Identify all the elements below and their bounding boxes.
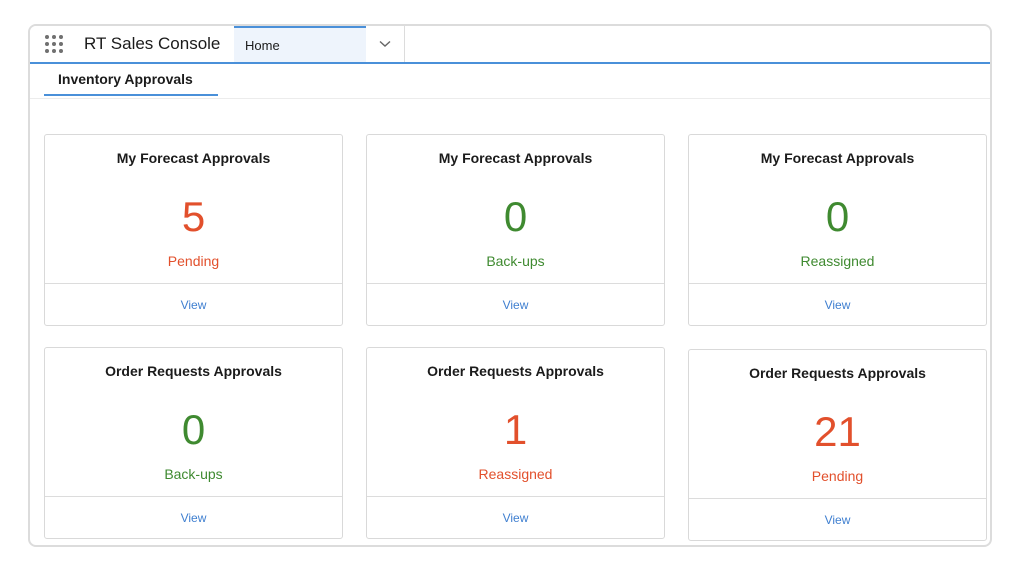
tab-home[interactable]: Home [234, 26, 366, 62]
card-title: My Forecast Approvals [438, 150, 593, 166]
card-title: Order Requests Approvals [105, 363, 282, 379]
app-window: RT Sales Console Home Inventory Approval… [28, 24, 992, 547]
card-body: My Forecast Approvals 0 Back-ups [367, 135, 664, 284]
app-name: RT Sales Console [84, 34, 221, 53]
subtab-inventory-approvals[interactable]: Inventory Approvals [44, 64, 218, 96]
card-title: Order Requests Approvals [427, 363, 604, 379]
approval-card: Order Requests Approvals 1 Reassigned Vi… [366, 347, 665, 539]
view-link[interactable]: View [689, 499, 986, 540]
approval-card: Order Requests Approvals 21 Pending View [688, 349, 987, 541]
global-navigation-bar: RT Sales Console Home [30, 26, 990, 64]
chevron-down-icon [379, 40, 391, 47]
view-link[interactable]: View [367, 497, 664, 538]
card-title: Order Requests Approvals [749, 365, 926, 381]
card-status: Pending [811, 468, 864, 484]
approval-card: My Forecast Approvals 0 Reassigned View [688, 134, 987, 326]
card-status: Reassigned [478, 466, 553, 482]
app-launcher-button[interactable] [30, 26, 74, 62]
card-count: 0 [181, 406, 206, 453]
card-count: 0 [503, 193, 528, 240]
card-count: 5 [181, 193, 206, 240]
card-body: Order Requests Approvals 1 Reassigned [367, 348, 664, 497]
approval-card: Order Requests Approvals 0 Back-ups View [44, 347, 343, 539]
card-count: 21 [814, 408, 861, 455]
view-link[interactable]: View [45, 284, 342, 325]
card-status: Back-ups [486, 253, 545, 269]
card-body: My Forecast Approvals 0 Reassigned [689, 135, 986, 284]
app-launcher-icon [45, 35, 63, 53]
approval-card: My Forecast Approvals 5 Pending View [44, 134, 343, 326]
view-link[interactable]: View [367, 284, 664, 325]
subtab-bar: Inventory Approvals [30, 64, 990, 99]
tab-menu-button[interactable] [366, 26, 405, 62]
view-link[interactable]: View [689, 284, 986, 325]
card-count: 1 [503, 406, 528, 453]
card-body: My Forecast Approvals 5 Pending [45, 135, 342, 284]
view-link[interactable]: View [45, 497, 342, 538]
card-count: 0 [825, 193, 850, 240]
card-title: My Forecast Approvals [116, 150, 271, 166]
card-status: Reassigned [800, 253, 875, 269]
approval-card: My Forecast Approvals 0 Back-ups View [366, 134, 665, 326]
card-body: Order Requests Approvals 21 Pending [689, 350, 986, 499]
card-status: Back-ups [164, 466, 223, 482]
card-status: Pending [167, 253, 220, 269]
card-body: Order Requests Approvals 0 Back-ups [45, 348, 342, 497]
card-title: My Forecast Approvals [760, 150, 915, 166]
